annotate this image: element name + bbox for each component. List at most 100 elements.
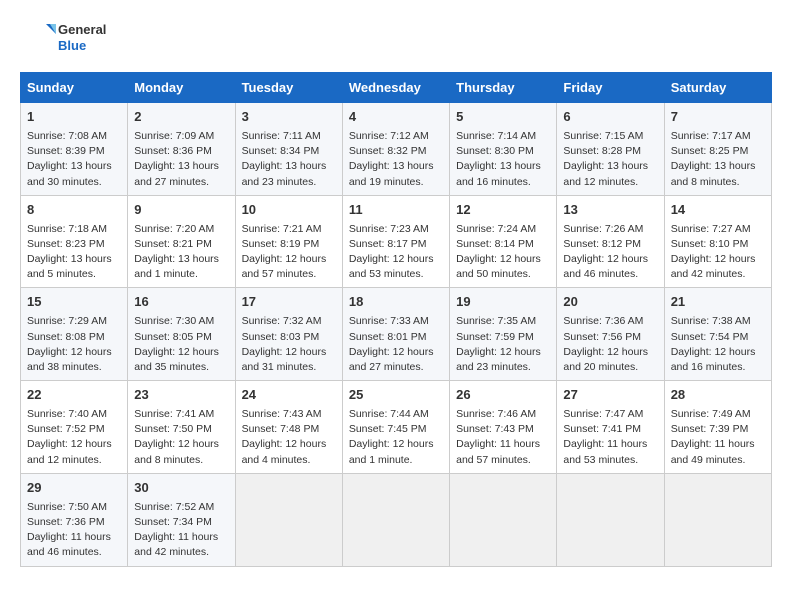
day-cell: 15 Sunrise: 7:29 AM Sunset: 8:08 PM Dayli…	[21, 288, 128, 381]
day-cell: 25 Sunrise: 7:44 AM Sunset: 7:45 PM Dayli…	[342, 381, 449, 474]
day-cell: 8 Sunrise: 7:18 AM Sunset: 8:23 PM Daylig…	[21, 195, 128, 288]
day-cell	[235, 473, 342, 566]
day-cell: 27 Sunrise: 7:47 AM Sunset: 7:41 PM Dayli…	[557, 381, 664, 474]
day-number: 3	[242, 108, 336, 127]
day-number: 15	[27, 293, 121, 312]
day-cell: 18 Sunrise: 7:33 AM Sunset: 8:01 PM Dayli…	[342, 288, 449, 381]
day-cell	[557, 473, 664, 566]
day-info: Sunrise: 7:35 AM Sunset: 7:59 PM Dayligh…	[456, 314, 550, 375]
day-number: 21	[671, 293, 765, 312]
day-info: Sunrise: 7:17 AM Sunset: 8:25 PM Dayligh…	[671, 129, 765, 190]
day-cell: 10 Sunrise: 7:21 AM Sunset: 8:19 PM Dayli…	[235, 195, 342, 288]
day-info: Sunrise: 7:24 AM Sunset: 8:14 PM Dayligh…	[456, 222, 550, 283]
day-cell: 23Sunrise: 7:41 AM Sunset: 7:50 PM Dayli…	[128, 381, 235, 474]
day-number: 29	[27, 479, 121, 498]
day-number: 20	[563, 293, 657, 312]
week-row-5: 29 Sunrise: 7:50 AM Sunset: 7:36 PM Dayli…	[21, 473, 772, 566]
day-number: 5	[456, 108, 550, 127]
logo: General Blue	[20, 20, 106, 56]
day-info: Sunrise: 7:21 AM Sunset: 8:19 PM Dayligh…	[242, 222, 336, 283]
day-number: 22	[27, 386, 121, 405]
column-header-sunday: Sunday	[21, 73, 128, 103]
day-number: 14	[671, 201, 765, 220]
calendar-table: SundayMondayTuesdayWednesdayThursdayFrid…	[20, 72, 772, 567]
day-number: 7	[671, 108, 765, 127]
day-cell: 17 Sunrise: 7:32 AM Sunset: 8:03 PM Dayli…	[235, 288, 342, 381]
day-number: 24	[242, 386, 336, 405]
day-number: 17	[242, 293, 336, 312]
day-cell: 3Sunrise: 7:11 AM Sunset: 8:34 PM Daylig…	[235, 103, 342, 196]
day-number: 30	[134, 479, 228, 498]
day-cell: 20 Sunrise: 7:36 AM Sunset: 7:56 PM Dayli…	[557, 288, 664, 381]
column-header-monday: Monday	[128, 73, 235, 103]
day-number: 10	[242, 201, 336, 220]
day-info: Sunrise: 7:33 AM Sunset: 8:01 PM Dayligh…	[349, 314, 443, 375]
day-info: Sunrise: 7:44 AM Sunset: 7:45 PM Dayligh…	[349, 407, 443, 468]
day-number: 1	[27, 108, 121, 127]
week-row-4: 22Sunrise: 7:40 AM Sunset: 7:52 PM Dayli…	[21, 381, 772, 474]
day-cell: 6 Sunrise: 7:15 AM Sunset: 8:28 PM Daylig…	[557, 103, 664, 196]
logo-svg	[20, 20, 56, 56]
day-info: Sunrise: 7:15 AM Sunset: 8:28 PM Dayligh…	[563, 129, 657, 190]
day-number: 18	[349, 293, 443, 312]
day-info: Sunrise: 7:12 AM Sunset: 8:32 PM Dayligh…	[349, 129, 443, 190]
day-cell: 16 Sunrise: 7:30 AM Sunset: 8:05 PM Dayli…	[128, 288, 235, 381]
column-header-saturday: Saturday	[664, 73, 771, 103]
day-cell: 24Sunrise: 7:43 AM Sunset: 7:48 PM Dayli…	[235, 381, 342, 474]
day-number: 25	[349, 386, 443, 405]
day-info: Sunrise: 7:49 AM Sunset: 7:39 PM Dayligh…	[671, 407, 765, 468]
day-number: 2	[134, 108, 228, 127]
day-number: 27	[563, 386, 657, 405]
day-info: Sunrise: 7:52 AM Sunset: 7:34 PM Dayligh…	[134, 500, 228, 561]
column-header-friday: Friday	[557, 73, 664, 103]
day-info: Sunrise: 7:18 AM Sunset: 8:23 PM Dayligh…	[27, 222, 121, 283]
day-number: 11	[349, 201, 443, 220]
day-info: Sunrise: 7:47 AM Sunset: 7:41 PM Dayligh…	[563, 407, 657, 468]
page-header: General Blue	[20, 20, 772, 56]
week-row-1: 1Sunrise: 7:08 AM Sunset: 8:39 PM Daylig…	[21, 103, 772, 196]
day-cell: 5 Sunrise: 7:14 AM Sunset: 8:30 PM Daylig…	[450, 103, 557, 196]
week-row-3: 15 Sunrise: 7:29 AM Sunset: 8:08 PM Dayli…	[21, 288, 772, 381]
day-cell: 13 Sunrise: 7:26 AM Sunset: 8:12 PM Dayli…	[557, 195, 664, 288]
day-info: Sunrise: 7:30 AM Sunset: 8:05 PM Dayligh…	[134, 314, 228, 375]
day-info: Sunrise: 7:50 AM Sunset: 7:36 PM Dayligh…	[27, 500, 121, 561]
day-info: Sunrise: 7:41 AM Sunset: 7:50 PM Dayligh…	[134, 407, 228, 468]
day-number: 19	[456, 293, 550, 312]
column-headers: SundayMondayTuesdayWednesdayThursdayFrid…	[21, 73, 772, 103]
logo-blue: Blue	[58, 38, 106, 54]
day-info: Sunrise: 7:27 AM Sunset: 8:10 PM Dayligh…	[671, 222, 765, 283]
day-cell: 12 Sunrise: 7:24 AM Sunset: 8:14 PM Dayli…	[450, 195, 557, 288]
day-info: Sunrise: 7:14 AM Sunset: 8:30 PM Dayligh…	[456, 129, 550, 190]
day-number: 28	[671, 386, 765, 405]
day-cell: 7 Sunrise: 7:17 AM Sunset: 8:25 PM Daylig…	[664, 103, 771, 196]
day-info: Sunrise: 7:09 AM Sunset: 8:36 PM Dayligh…	[134, 129, 228, 190]
day-info: Sunrise: 7:20 AM Sunset: 8:21 PM Dayligh…	[134, 222, 228, 283]
day-info: Sunrise: 7:32 AM Sunset: 8:03 PM Dayligh…	[242, 314, 336, 375]
day-cell: 19 Sunrise: 7:35 AM Sunset: 7:59 PM Dayli…	[450, 288, 557, 381]
day-info: Sunrise: 7:36 AM Sunset: 7:56 PM Dayligh…	[563, 314, 657, 375]
day-info: Sunrise: 7:29 AM Sunset: 8:08 PM Dayligh…	[27, 314, 121, 375]
day-number: 8	[27, 201, 121, 220]
day-number: 13	[563, 201, 657, 220]
day-cell: 4 Sunrise: 7:12 AM Sunset: 8:32 PM Daylig…	[342, 103, 449, 196]
day-cell: 14 Sunrise: 7:27 AM Sunset: 8:10 PM Dayli…	[664, 195, 771, 288]
day-cell	[342, 473, 449, 566]
day-number: 16	[134, 293, 228, 312]
day-cell: 9Sunrise: 7:20 AM Sunset: 8:21 PM Daylig…	[128, 195, 235, 288]
day-cell	[664, 473, 771, 566]
day-cell: 30 Sunrise: 7:52 AM Sunset: 7:34 PM Dayli…	[128, 473, 235, 566]
day-info: Sunrise: 7:23 AM Sunset: 8:17 PM Dayligh…	[349, 222, 443, 283]
day-info: Sunrise: 7:26 AM Sunset: 8:12 PM Dayligh…	[563, 222, 657, 283]
day-number: 12	[456, 201, 550, 220]
column-header-tuesday: Tuesday	[235, 73, 342, 103]
day-number: 26	[456, 386, 550, 405]
column-header-thursday: Thursday	[450, 73, 557, 103]
day-cell: 21Sunrise: 7:38 AM Sunset: 7:54 PM Dayli…	[664, 288, 771, 381]
day-number: 6	[563, 108, 657, 127]
day-cell: 28 Sunrise: 7:49 AM Sunset: 7:39 PM Dayli…	[664, 381, 771, 474]
day-cell: 11 Sunrise: 7:23 AM Sunset: 8:17 PM Dayli…	[342, 195, 449, 288]
day-cell: 22Sunrise: 7:40 AM Sunset: 7:52 PM Dayli…	[21, 381, 128, 474]
logo-general: General	[58, 22, 106, 38]
day-number: 4	[349, 108, 443, 127]
day-cell	[450, 473, 557, 566]
